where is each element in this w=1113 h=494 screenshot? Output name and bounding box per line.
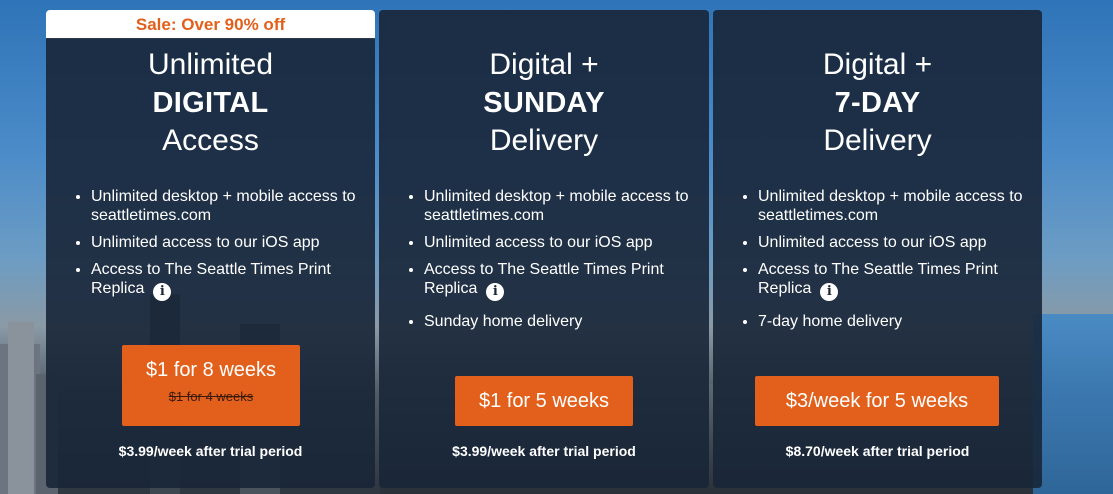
feature-item: Access to The Seattle Times Print Replic…: [758, 260, 1032, 301]
info-icon[interactable]: i: [820, 283, 839, 301]
plan-title: Digital + 7-DAY Delivery: [713, 46, 1042, 160]
feature-item: Access to The Seattle Times Print Replic…: [424, 260, 699, 301]
subscribe-button-sunday[interactable]: $1 for 5 weeks: [455, 376, 633, 426]
info-icon[interactable]: i: [486, 283, 505, 301]
feature-text: Sunday home delivery: [424, 313, 583, 330]
feature-text: Access to The Seattle Times Print Replic…: [758, 261, 998, 297]
plan-title-line1: Unlimited: [147, 48, 274, 81]
plan-title-line1: Digital +: [822, 48, 933, 81]
feature-list: Unlimited desktop + mobile access to sea…: [72, 187, 365, 312]
cta-price: $1 for 5 weeks: [478, 390, 610, 412]
plan-title-line2: 7-DAY: [834, 87, 921, 119]
plan-card-digital: Unlimited DIGITAL Access Unlimited deskt…: [46, 38, 375, 488]
plan-title-line3: Delivery: [489, 124, 599, 157]
feature-list: Unlimited desktop + mobile access to sea…: [405, 187, 699, 339]
subscribe-button-7day[interactable]: $3/week for 5 weeks: [755, 376, 999, 426]
plan-title: Digital + SUNDAY Delivery: [379, 46, 709, 160]
plan-title-line3: Delivery: [823, 124, 932, 157]
info-icon[interactable]: i: [153, 283, 172, 301]
feature-text: Unlimited desktop + mobile access to sea…: [758, 188, 1023, 224]
feature-item: 7-day home delivery: [758, 312, 1032, 331]
feature-text: Unlimited access to our iOS app: [424, 234, 653, 251]
feature-item: Unlimited desktop + mobile access to sea…: [758, 187, 1032, 225]
after-trial-price: $8.70/week after trial period: [785, 443, 970, 459]
feature-item: Unlimited access to our iOS app: [424, 233, 699, 252]
cta-price: $1 for 8 weeks: [145, 359, 277, 381]
feature-text: Unlimited access to our iOS app: [91, 234, 320, 251]
feature-text: Access to The Seattle Times Print Replic…: [424, 261, 664, 297]
feature-text: 7-day home delivery: [758, 313, 903, 330]
plan-card-7day: Digital + 7-DAY Delivery Unlimited deskt…: [713, 10, 1042, 488]
feature-item: Unlimited access to our iOS app: [91, 233, 365, 252]
feature-text: Access to The Seattle Times Print Replic…: [91, 261, 331, 297]
plan-title: Unlimited DIGITAL Access: [46, 46, 375, 160]
feature-item: Sunday home delivery: [424, 312, 699, 331]
feature-item: Unlimited desktop + mobile access to sea…: [424, 187, 699, 225]
plan-title-line2: SUNDAY: [483, 87, 605, 119]
plan-title-line2: DIGITAL: [152, 87, 269, 119]
sale-banner: Sale: Over 90% off: [46, 10, 375, 39]
cta-price: $3/week for 5 weeks: [785, 390, 969, 412]
feature-text: Unlimited desktop + mobile access to sea…: [91, 188, 356, 224]
after-trial-price: $3.99/week after trial period: [452, 443, 636, 459]
feature-list: Unlimited desktop + mobile access to sea…: [739, 187, 1032, 339]
feature-item: Unlimited desktop + mobile access to sea…: [91, 187, 365, 225]
after-trial-price: $3.99/week after trial period: [118, 443, 303, 459]
feature-item: Access to The Seattle Times Print Replic…: [91, 260, 365, 301]
subscribe-button-digital[interactable]: $1 for 8 weeks $1 for 4 weeks: [122, 345, 300, 426]
feature-text: Unlimited access to our iOS app: [758, 234, 987, 251]
plan-title-line1: Digital +: [489, 48, 599, 81]
feature-text: Unlimited desktop + mobile access to sea…: [424, 188, 689, 224]
plan-title-line3: Access: [162, 124, 259, 157]
cta-old-price: $1 for 4 weeks: [168, 389, 254, 404]
background-water: [1033, 314, 1113, 494]
feature-item: Unlimited access to our iOS app: [758, 233, 1032, 252]
plan-card-sunday: Digital + SUNDAY Delivery Unlimited desk…: [379, 10, 709, 488]
